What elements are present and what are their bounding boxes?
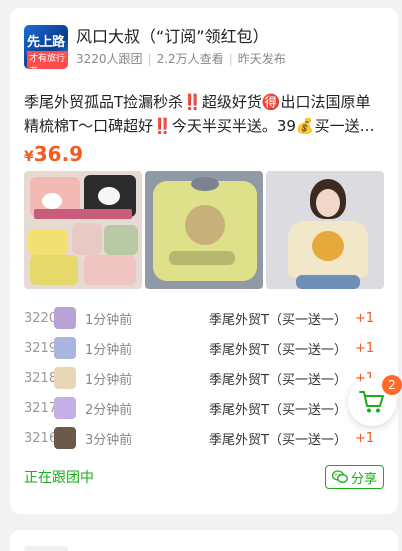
avatar-subtext: 才有旅行者 [27, 50, 68, 69]
order-product: 季尾外贸T（买一送一） [209, 342, 347, 358]
buyer-avatar [54, 367, 76, 389]
publish-time: 昨天发布 [237, 52, 286, 66]
order-time: 1分钟前 [85, 342, 133, 358]
post-meta: 3220人跟团 | 2.2万人查看 | 昨天发布 [76, 51, 286, 67]
buyer-avatar [54, 337, 76, 359]
product-image[interactable] [266, 171, 384, 289]
order-product: 季尾外贸T（买一送一） [209, 402, 347, 418]
order-quantity: +1 [355, 430, 375, 446]
product-image[interactable] [24, 171, 142, 289]
cart-icon [359, 391, 384, 413]
order-product: 季尾外贸T（买一送一） [209, 372, 347, 388]
order-product: 季尾外贸T（买一送一） [209, 312, 347, 328]
cart-badge: 2 [382, 375, 402, 395]
order-quantity: +1 [355, 340, 375, 356]
share-button[interactable]: 分享 [324, 465, 384, 489]
author-name[interactable]: 风口大叔（“订阅”领红包） [76, 26, 286, 48]
order-list: 3220 1分钟前 季尾外贸T（买一送一） +1 3219 1分钟前 季尾外贸T… [24, 303, 384, 453]
order-time: 2分钟前 [85, 402, 133, 418]
order-row: 3219 1分钟前 季尾外贸T（买一送一） +1 [24, 333, 384, 363]
next-post-card[interactable] [10, 530, 398, 551]
follower-count: 3220人跟团 [76, 52, 143, 66]
order-time: 1分钟前 [85, 312, 133, 328]
product-image[interactable] [145, 171, 263, 289]
author-avatar [24, 546, 68, 551]
price: ¥36.9 [24, 143, 384, 165]
avatar-text: 先上路 [27, 34, 65, 50]
buyer-avatar [54, 397, 76, 419]
price-value: 36.9 [33, 142, 84, 166]
post-description[interactable]: 季尾外贸孤品T捡漏秒杀‼️超级好货🉐出口法国原单精梳棉T～口碑超好‼️今天半买半… [24, 90, 384, 138]
post-footer: 正在跟团中 分享 [24, 465, 384, 489]
group-status: 正在跟团中 [24, 470, 94, 486]
order-row: 3217 2分钟前 季尾外贸T（买一送一） +1 [24, 393, 384, 423]
buyer-avatar [54, 427, 76, 449]
price-symbol: ¥ [24, 149, 34, 165]
meta-divider: | [228, 52, 233, 66]
group-post-card[interactable]: 先上路 才有旅行者 风口大叔（“订阅”领红包） 3220人跟团 | 2.2万人查看 |… [10, 8, 398, 514]
order-row: 3216 3分钟前 季尾外贸T（买一送一） +1 [24, 423, 384, 453]
author-avatar[interactable]: 先上路 才有旅行者 [24, 24, 68, 69]
order-time: 1分钟前 [85, 372, 133, 388]
order-time: 3分钟前 [85, 432, 133, 448]
product-images [24, 171, 384, 289]
order-number: 3219 [24, 340, 58, 356]
view-count: 2.2万人查看 [156, 52, 224, 66]
order-number: 3218 [24, 370, 58, 386]
order-quantity: +1 [355, 310, 375, 326]
order-row: 3218 1分钟前 季尾外贸T（买一送一） +1 [24, 363, 384, 393]
order-row: 3220 1分钟前 季尾外贸T（买一送一） +1 [24, 303, 384, 333]
post-header: 先上路 才有旅行者 风口大叔（“订阅”领红包） 3220人跟团 | 2.2万人查看 |… [24, 8, 384, 70]
order-number: 3216 [24, 430, 58, 446]
order-number: 3217 [24, 400, 58, 416]
meta-divider: | [147, 52, 152, 66]
order-product: 季尾外贸T（买一送一） [209, 432, 347, 448]
wechat-icon [331, 470, 348, 483]
buyer-avatar [54, 307, 76, 329]
order-number: 3220 [24, 310, 58, 326]
share-label: 分享 [350, 471, 377, 487]
